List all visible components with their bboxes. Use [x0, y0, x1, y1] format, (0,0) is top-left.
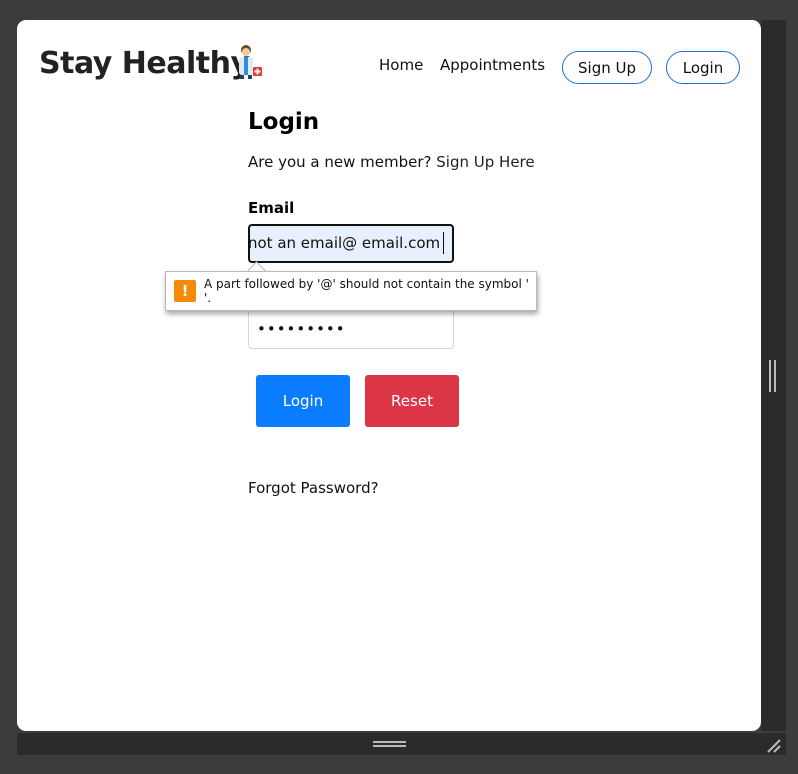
- warning-icon: !: [174, 280, 196, 302]
- nav-signup-button[interactable]: Sign Up: [562, 51, 652, 84]
- page-title: Login: [248, 109, 320, 135]
- forgot-password-link[interactable]: Forgot Password?: [248, 479, 379, 497]
- email-label: Email: [248, 199, 295, 217]
- nav-appointments-link[interactable]: Appointments: [440, 56, 545, 74]
- email-field[interactable]: not an email@ email.com: [248, 224, 454, 263]
- new-member-text: Are you a new member?: [248, 153, 432, 171]
- nav-home-link[interactable]: Home: [379, 56, 423, 74]
- new-member-prompt: Are you a new member? Sign Up Here: [248, 153, 535, 171]
- validation-tooltip: ! A part followed by '@' should not cont…: [165, 271, 537, 311]
- vertical-resize-grip-icon[interactable]: [769, 360, 776, 392]
- email-field-value: not an email@ email.com: [248, 234, 441, 252]
- brand-title[interactable]: Stay Healthy: [39, 46, 250, 81]
- doctor-logo-icon: [239, 45, 262, 79]
- horizontal-resize-grip-icon[interactable]: [373, 741, 406, 747]
- text-caret: [443, 232, 444, 254]
- validation-message: A part followed by '@' should not contai…: [204, 277, 529, 305]
- signup-here-link[interactable]: Sign Up Here: [436, 153, 534, 171]
- login-button[interactable]: Login: [256, 375, 350, 427]
- reset-button[interactable]: Reset: [365, 375, 459, 427]
- corner-resize-icon[interactable]: [764, 736, 782, 754]
- nav-login-button[interactable]: Login: [666, 51, 740, 84]
- password-field[interactable]: •••••••••: [248, 308, 454, 349]
